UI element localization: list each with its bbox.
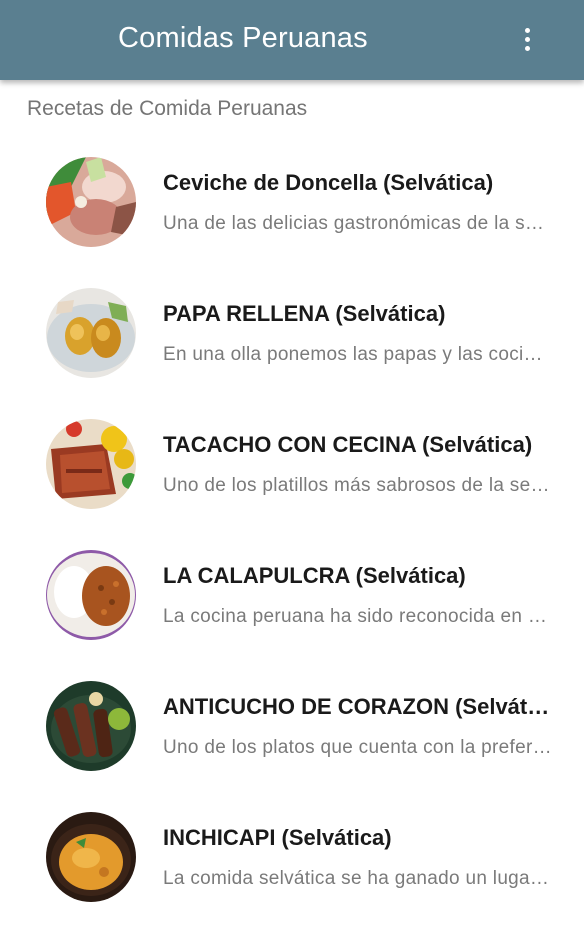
overflow-dot <box>525 28 530 33</box>
recipe-title: LA CALAPULCRA (Selvática) <box>163 563 466 588</box>
list-item-anticucho[interactable]: ANTICUCHO DE CORAZON (Selvática) Uno de … <box>0 676 584 807</box>
recipe-description: La cocina peruana ha sido reconocida en … <box>163 606 553 627</box>
papa-rellena-image <box>46 288 136 378</box>
app-bar: Comidas Peruanas <box>0 0 584 80</box>
list-item-papa-rellena[interactable]: PAPA RELLENA (Selvática) En una olla pon… <box>0 283 584 414</box>
recipe-description: Una de las delicias gastronómicas de la … <box>163 213 553 234</box>
recipe-list: Ceviche de Doncella (Selvática) Una de l… <box>0 152 584 938</box>
list-item-tacacho[interactable]: TACACHO CON CECINA (Selvática) Uno de lo… <box>0 414 584 545</box>
ceviche-image <box>46 157 136 247</box>
calapulcra-image <box>46 550 136 640</box>
list-item-inchicapi[interactable]: INCHICAPI (Selvática) La comida selvátic… <box>0 807 584 938</box>
recipe-title: INCHICAPI (Selvática) <box>163 825 392 850</box>
tacacho-image <box>46 419 136 509</box>
list-item-calapulcra[interactable]: LA CALAPULCRA (Selvática) La cocina peru… <box>0 545 584 676</box>
recipe-title: TACACHO CON CECINA (Selvática) <box>163 432 533 457</box>
recipe-description: La comida selvática se ha ganado un luga… <box>163 868 553 889</box>
section-header: Recetas de Comida Peruanas <box>27 97 308 120</box>
overflow-dot <box>525 46 530 51</box>
recipe-title: PAPA RELLENA (Selvática) <box>163 301 446 326</box>
inchicapi-image <box>46 812 136 902</box>
app-title: Comidas Peruanas <box>118 22 368 54</box>
recipe-description: En una olla ponemos las papas y las coci… <box>163 344 553 365</box>
anticucho-image <box>46 681 136 771</box>
recipe-title: ANTICUCHO DE CORAZON (Selvática) <box>163 694 555 719</box>
overflow-dot <box>525 37 530 42</box>
list-item-ceviche[interactable]: Ceviche de Doncella (Selvática) Una de l… <box>0 152 584 283</box>
recipe-title: Ceviche de Doncella (Selvática) <box>163 170 494 195</box>
recipe-description: Uno de los platos que cuenta con la pref… <box>163 737 553 758</box>
more-vert-icon[interactable] <box>510 20 546 60</box>
recipe-description: Uno de los platillos más sabrosos de la … <box>163 475 553 496</box>
